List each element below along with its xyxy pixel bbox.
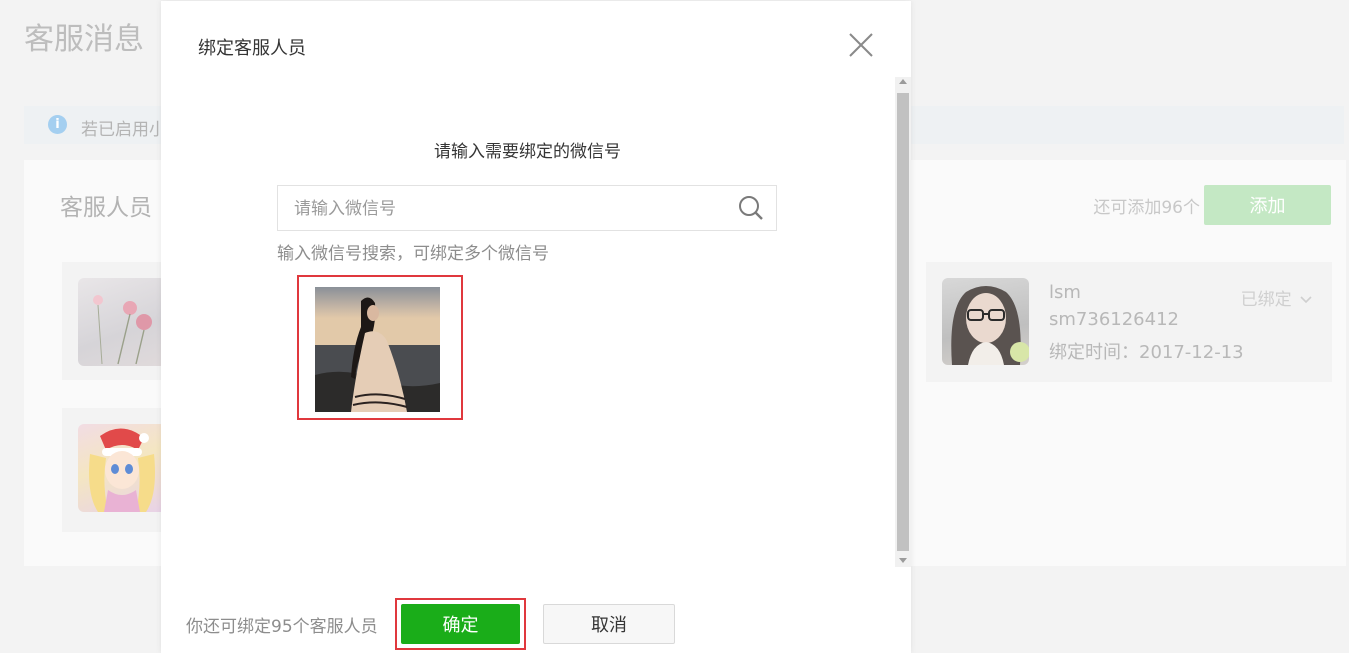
bind-staff-dialog: 绑定客服人员 请输入需要绑定的微信号 输入微信号搜索，可绑定多个微信号 [161, 1, 911, 653]
avatar [78, 278, 166, 366]
search-box [277, 185, 777, 232]
scroll-down-arrow[interactable] [899, 558, 907, 563]
confirm-highlight: 确定 [395, 598, 526, 650]
staff-name: lsm [1049, 282, 1081, 303]
vertical-scrollbar[interactable] [895, 77, 911, 567]
search-result-highlight [297, 275, 463, 420]
section-title: 客服人员 [60, 195, 152, 221]
page-title: 客服消息 [24, 22, 144, 57]
dialog-prompt: 请输入需要绑定的微信号 [434, 142, 621, 162]
remaining-bind-count: 你还可绑定95个客服人员 [186, 617, 378, 637]
search-result-avatar[interactable] [315, 287, 440, 412]
add-button[interactable]: 添加 [1204, 185, 1331, 225]
bind-status-dropdown[interactable]: 已绑定 [1241, 285, 1312, 310]
close-icon[interactable] [848, 32, 874, 58]
dialog-title: 绑定客服人员 [198, 38, 306, 59]
confirm-button[interactable]: 确定 [401, 604, 520, 644]
staff-wechat-id: sm736126412 [1049, 309, 1179, 330]
remaining-count: 还可添加96个 [1093, 198, 1200, 218]
cancel-button[interactable]: 取消 [543, 604, 675, 644]
notice-text: 若已启用小 [81, 120, 166, 140]
search-hint: 输入微信号搜索，可绑定多个微信号 [277, 244, 549, 264]
staff-bind-time: 绑定时间：2017-12-13 [1049, 342, 1244, 363]
chevron-down-icon [1300, 296, 1312, 304]
dialog-scroll-area[interactable]: 请输入需要绑定的微信号 输入微信号搜索，可绑定多个微信号 [161, 77, 911, 567]
scrollbar-thumb[interactable] [897, 93, 909, 551]
staff-card[interactable]: lsm sm736126412 绑定时间：2017-12-13 已绑定 [926, 262, 1332, 382]
avatar [78, 424, 166, 512]
search-icon[interactable] [738, 195, 764, 221]
avatar [942, 278, 1029, 365]
info-icon: i [48, 115, 67, 134]
bind-status-label: 已绑定 [1240, 290, 1292, 310]
scroll-up-arrow[interactable] [899, 79, 907, 84]
search-input[interactable] [292, 186, 726, 232]
